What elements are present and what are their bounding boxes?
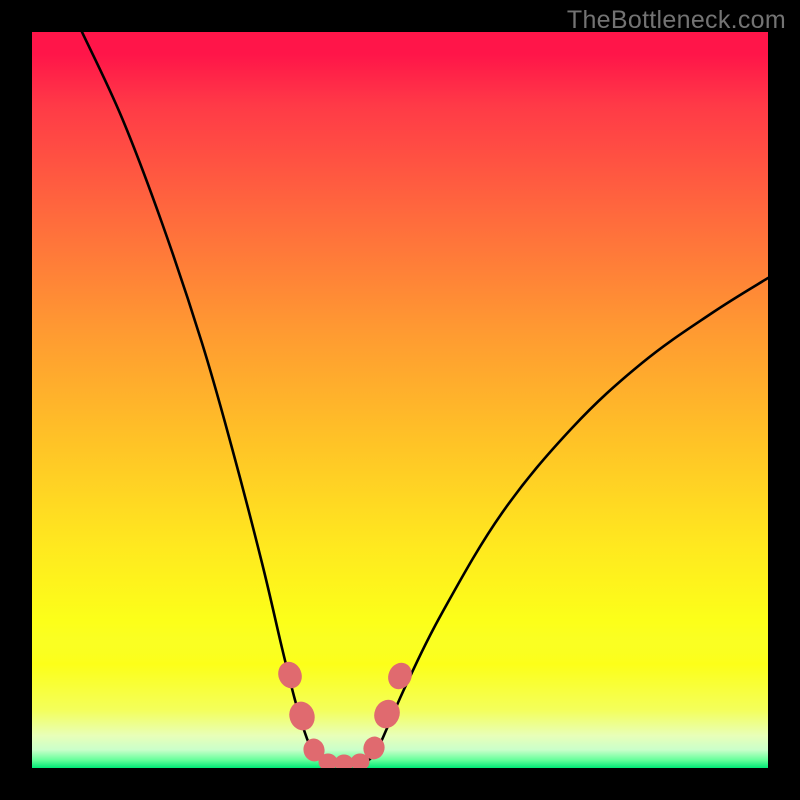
curve-layer [32, 32, 768, 768]
plot-area [32, 32, 768, 768]
page-frame: TheBottleneck.com [0, 0, 800, 800]
bead-group [275, 659, 415, 768]
bead-l2 [286, 699, 317, 733]
bead-b1 [319, 754, 337, 768]
bead-b2 [335, 755, 353, 768]
bead-l1 [275, 659, 305, 691]
bead-r3 [385, 660, 416, 693]
right-branch-curve [362, 278, 768, 764]
watermark-text: TheBottleneck.com [567, 6, 786, 35]
left-branch-curve [82, 32, 328, 764]
